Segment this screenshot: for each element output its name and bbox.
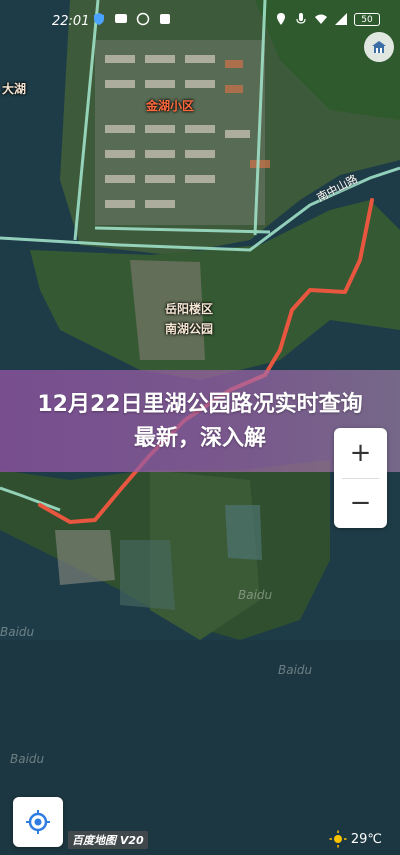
sun-icon — [329, 830, 347, 848]
status-indicators: 50 — [274, 12, 380, 26]
app-icon — [160, 14, 170, 24]
map-logo: 百度地图 V20 — [68, 831, 148, 849]
status-bar: 22:01 50 — [0, 0, 400, 44]
compass-button[interactable] — [364, 32, 394, 62]
watermark: Baidu — [10, 752, 45, 766]
watermark: Baidu — [0, 625, 35, 639]
weather-widget[interactable]: 29℃ — [329, 830, 382, 848]
microphone-icon — [296, 13, 306, 24]
locate-button[interactable] — [13, 797, 63, 847]
locate-icon — [26, 810, 50, 834]
zoom-out-button[interactable]: − — [334, 478, 387, 528]
temperature-text: 29℃ — [350, 831, 382, 847]
watermark: Baidu — [278, 663, 313, 677]
wifi-icon — [315, 14, 327, 24]
notification-icons — [92, 12, 172, 26]
shield-icon — [94, 13, 104, 25]
media-icon — [136, 12, 150, 26]
signal-icon — [335, 13, 347, 25]
page-title: 12月22日里湖公园路况实时查询最新，深入解 — [37, 392, 363, 451]
battery-indicator: 50 — [354, 12, 380, 26]
status-time: 22:01 — [52, 14, 90, 29]
zoom-control: + − — [334, 428, 387, 528]
location-icon — [277, 13, 285, 25]
lake-label: 大湖 — [2, 82, 27, 96]
watermark: Baidu — [238, 588, 273, 602]
park-label: 南湖公园 — [165, 322, 214, 336]
building-icon — [372, 41, 386, 53]
zoom-in-button[interactable]: + — [334, 428, 387, 478]
message-icon — [115, 14, 127, 23]
community-label: 金湖小区 — [146, 99, 195, 113]
district-label: 岳阳楼区 — [165, 302, 214, 316]
